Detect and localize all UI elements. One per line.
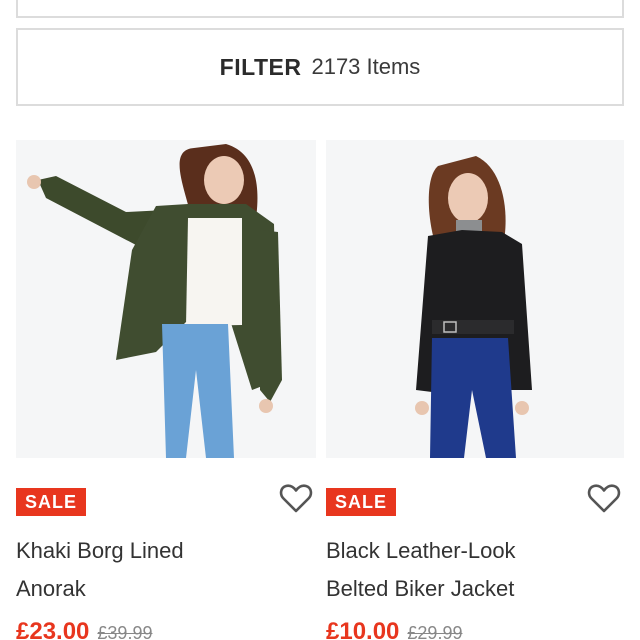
wishlist-heart-icon[interactable] [278, 480, 314, 516]
sale-badge: SALE [326, 488, 397, 516]
sale-price: £10.00 [326, 618, 400, 640]
product-name-line-2: Belted Biker Jacket [326, 576, 515, 601]
product-name[interactable]: Khaki Borg Lined Anorak [16, 532, 296, 608]
product-name-line-2: Anorak [16, 576, 86, 601]
product-image[interactable] [326, 140, 624, 458]
filter-button[interactable]: FILTER 2173 Items [16, 28, 624, 106]
price-row: £10.00 £29.99 [326, 618, 624, 640]
filter-label: FILTER [219, 53, 302, 80]
sale-badge: SALE [16, 488, 87, 516]
item-count: 2173 Items [311, 54, 421, 79]
price-row: £23.00 £39.99 [16, 618, 316, 640]
sale-price: £23.00 [16, 618, 90, 640]
search-box[interactable] [16, 0, 624, 18]
product-name[interactable]: Black Leather-Look Belted Biker Jacket [326, 532, 606, 608]
original-price: £39.99 [97, 623, 153, 640]
wishlist-heart-icon[interactable] [586, 480, 622, 516]
original-price: £29.99 [407, 623, 463, 640]
product-image[interactable] [16, 140, 316, 458]
product-card-khaki-anorak[interactable]: SALE Khaki Borg Lined Anorak £23.00 £39.… [16, 140, 316, 640]
product-card-biker-jacket[interactable]: SALE Black Leather-Look Belted Biker Jac… [326, 140, 624, 640]
